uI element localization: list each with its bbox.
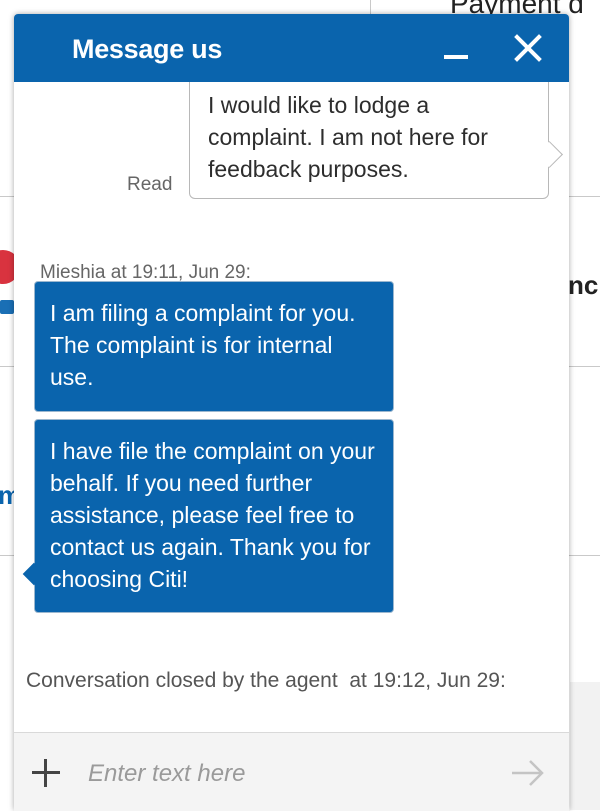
message-input[interactable] bbox=[86, 751, 490, 797]
add-attachment-button[interactable] bbox=[30, 757, 62, 789]
background-logo-mark-icon bbox=[0, 300, 14, 314]
read-status: Read bbox=[127, 174, 173, 195]
background-footer-band bbox=[570, 682, 600, 810]
minimize-icon bbox=[444, 55, 468, 59]
background-text-right: nc bbox=[568, 270, 599, 300]
agent-bubble-tail bbox=[22, 562, 46, 586]
send-button[interactable] bbox=[508, 755, 548, 791]
close-icon bbox=[514, 34, 542, 62]
send-arrow-icon bbox=[512, 760, 544, 786]
user-message-text: I would like to lodge a complaint. I am … bbox=[208, 92, 488, 182]
close-button[interactable] bbox=[508, 28, 548, 68]
user-bubble-tail bbox=[536, 141, 563, 168]
composer bbox=[14, 732, 569, 811]
chat-header: Message us bbox=[14, 14, 569, 82]
agent-message-bubble: I have file the complaint on your behalf… bbox=[22, 419, 394, 613]
agent-message-text: I am filing a complaint for you. The com… bbox=[50, 300, 356, 390]
message-list[interactable]: Read I would like to lodge a complaint. … bbox=[14, 82, 569, 732]
background-divider-1 bbox=[370, 0, 371, 14]
chat-title: Message us bbox=[72, 34, 223, 64]
agent-message-text: I have file the complaint on your behalf… bbox=[50, 438, 375, 592]
minimize-button[interactable] bbox=[436, 28, 476, 68]
conversation-closed-note: Conversation closed by the agent at 19:1… bbox=[26, 669, 506, 692]
user-message-bubble: I would like to lodge a complaint. I am … bbox=[189, 82, 563, 199]
chat-window: Message us Read I would like to lodge a … bbox=[14, 14, 569, 811]
agent-message-bubble: I am filing a complaint for you. The com… bbox=[34, 281, 394, 412]
